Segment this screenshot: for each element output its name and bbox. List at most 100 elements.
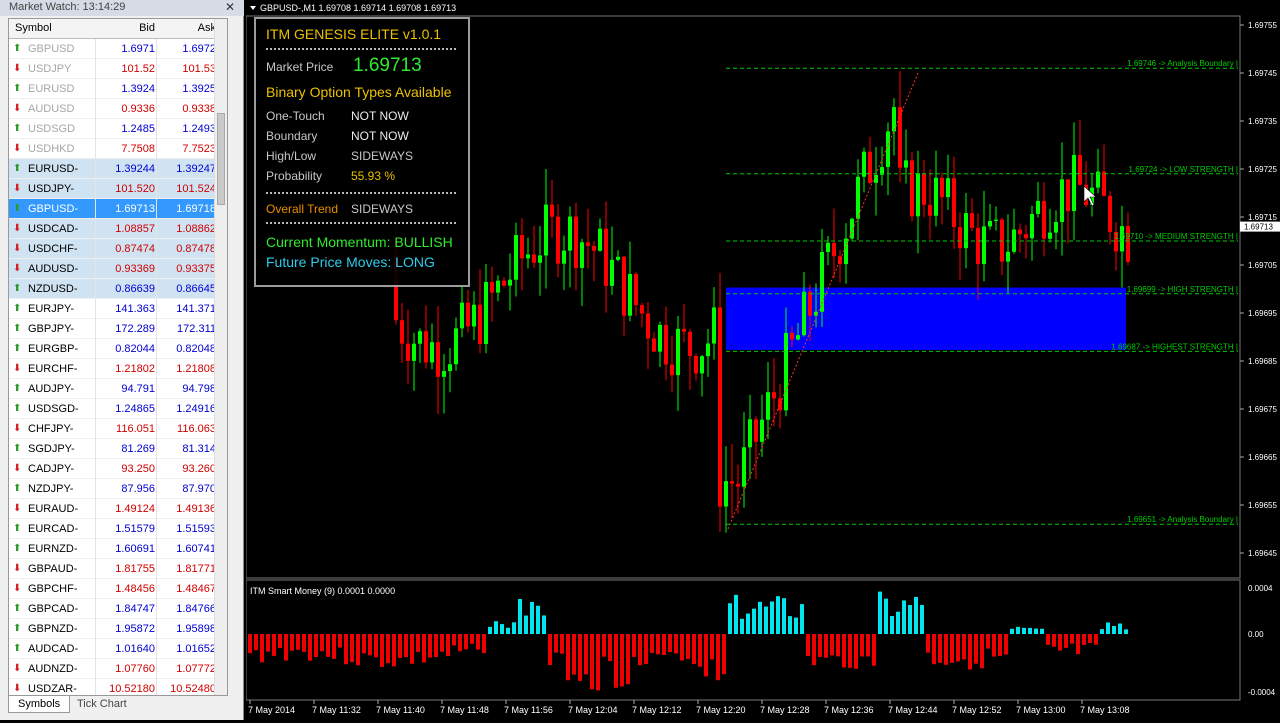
symbol-row[interactable]: ⬇ AUDUSD 0.9336 0.9338 [9, 99, 227, 119]
symbol-row[interactable]: ⬇ USDCAD- 1.08857 1.08862 [9, 219, 227, 239]
bid-price: 1.84747 [115, 603, 155, 615]
symbol-row[interactable]: ⬆ EURUSD 1.3924 1.3925 [9, 79, 227, 99]
symbol-row[interactable]: ⬆ GBPCAD- 1.84747 1.84766 [9, 599, 227, 619]
candle-body [484, 282, 488, 345]
candle-body [574, 216, 578, 268]
price-tick-label: 1.69695 [1248, 309, 1277, 318]
time-label: 7 May 13:08 [1080, 705, 1130, 715]
histogram-bar [866, 634, 870, 657]
tab-symbols[interactable]: Symbols [8, 696, 71, 713]
symbol-row[interactable]: ⬆ EURNZD- 1.60691 1.60741 [9, 539, 227, 559]
histogram-bar [926, 634, 930, 653]
candle-body [670, 364, 674, 376]
symbol-row[interactable]: ⬆ GBPUSD 1.6971 1.6972 [9, 39, 227, 59]
bid-price: 1.08857 [115, 223, 155, 235]
price-tick-label: 1.69735 [1248, 117, 1277, 126]
symbol-row[interactable]: ⬆ GBPUSD- 1.69713 1.69718 [9, 199, 227, 219]
symbol-row[interactable]: ⬇ CHFJPY- 116.051 116.063 [9, 419, 227, 439]
symbol-row[interactable]: ⬆ NZDUSD- 0.86639 0.86645 [9, 279, 227, 299]
histogram-bar [302, 634, 306, 652]
bid-price: 1.01640 [115, 643, 155, 655]
candle-body [748, 419, 752, 448]
candle-body [724, 481, 728, 507]
symbol-row[interactable]: ⬆ EURJPY- 141.363 141.371 [9, 299, 227, 319]
divider [95, 499, 96, 519]
symbol-row[interactable]: ⬆ GBPJPY- 172.289 172.311 [9, 319, 227, 339]
scrollbar-thumb[interactable] [217, 113, 225, 205]
bid-price: 0.93369 [115, 263, 155, 275]
column-header-bid[interactable]: Bid [97, 19, 155, 37]
candle-body [718, 307, 722, 507]
price-down-icon: ⬇ [13, 563, 22, 574]
histogram-bar [428, 634, 432, 658]
candle-body [784, 332, 788, 411]
candle-body [586, 242, 590, 246]
ask-price: 1.60741 [176, 543, 216, 555]
symbol-row[interactable]: ⬆ EURCAD- 1.51579 1.51593 [9, 519, 227, 539]
symbol-row[interactable]: ⬇ GBPAUD- 1.81755 1.81771 [9, 559, 227, 579]
price-down-icon: ⬇ [13, 663, 22, 674]
candle-body [892, 107, 896, 132]
symbol-name: USDJPY [28, 63, 72, 75]
histogram-bar [266, 634, 270, 652]
symbol-row[interactable]: ⬆ EURGBP- 0.82044 0.82048 [9, 339, 227, 359]
market-watch-table: Symbol Bid Ask ⬆ GBPUSD 1.6971 1.6972 ⬇ USDJP… [8, 18, 228, 696]
symbol-row[interactable]: ⬆ USDSGD- 1.24865 1.24916 [9, 399, 227, 419]
ask-price: 0.87478 [176, 243, 216, 255]
price-tick-label: 1.69715 [1248, 213, 1277, 222]
symbol-row[interactable]: ⬆ AUDCAD- 1.01640 1.01652 [9, 639, 227, 659]
symbol-row[interactable]: ⬇ EURAUD- 1.49124 1.49136 [9, 499, 227, 519]
price-down-icon: ⬇ [13, 243, 22, 254]
symbol-row[interactable]: ⬆ EURUSD- 1.39244 1.39247 [9, 159, 227, 179]
symbol-row[interactable]: ⬇ USDJPY- 101.520 101.524 [9, 179, 227, 199]
symbol-row[interactable]: ⬆ SGDJPY- 81.269 81.314 [9, 439, 227, 459]
symbol-row[interactable]: ⬇ AUDUSD- 0.93369 0.93375 [9, 259, 227, 279]
histogram-bar [626, 634, 630, 685]
bid-price: 1.24865 [115, 403, 155, 415]
histogram-bar [752, 608, 756, 634]
candle-body [676, 328, 680, 376]
candle-body [940, 177, 944, 198]
time-label: 7 May 12:12 [632, 705, 682, 715]
market-price-value: 1.69713 [353, 55, 422, 76]
candle-body [688, 331, 692, 356]
level-label: 1.69687 -> HIGHEST STRENGTH | [1111, 342, 1238, 351]
symbol-row[interactable]: ⬇ AUDNZD- 1.07760 1.07772 [9, 659, 227, 679]
candle-body [412, 343, 416, 361]
symbol-name: USDHKD [28, 143, 75, 155]
histogram-bar [314, 634, 318, 657]
histogram-bar [680, 634, 684, 661]
chart-title-icon [250, 6, 256, 10]
price-down-icon: ⬇ [13, 223, 22, 234]
close-icon[interactable]: ✕ [223, 0, 237, 14]
symbol-row[interactable]: ⬇ USDJPY 101.52 101.53 [9, 59, 227, 79]
symbol-row[interactable]: ⬆ GBPNZD- 1.95872 1.95898 [9, 619, 227, 639]
tab-tick-chart[interactable]: Tick Chart [68, 696, 136, 713]
divider [95, 199, 96, 219]
candle-body [1054, 222, 1058, 233]
scrollbar[interactable] [214, 19, 227, 695]
symbol-name: EURAUD- [28, 503, 79, 515]
symbol-row[interactable]: ⬇ USDCHF- 0.87474 0.87478 [9, 239, 227, 259]
histogram-bar [668, 634, 672, 653]
symbol-row[interactable]: ⬇ CADJPY- 93.250 93.260 [9, 459, 227, 479]
symbol-row[interactable]: ⬇ USDZAR- 10.52180 10.52480 [9, 679, 227, 695]
histogram-bar [386, 634, 390, 664]
symbol-row[interactable]: ⬇ EURCHF- 1.21802 1.21808 [9, 359, 227, 379]
column-header-symbol[interactable]: Symbol [15, 19, 52, 37]
candle-body [460, 302, 464, 329]
divider [95, 619, 96, 639]
symbol-row[interactable]: ⬆ AUDJPY- 94.791 94.798 [9, 379, 227, 399]
candle-body [448, 364, 452, 372]
candle-body [454, 328, 458, 365]
indicator-tick-label: 0.00 [1248, 630, 1264, 639]
histogram-bar [884, 598, 888, 634]
boundary-label: Boundary [266, 129, 318, 143]
candle-body [760, 419, 764, 442]
symbol-row[interactable]: ⬇ USDHKD 7.7508 7.7523 [9, 139, 227, 159]
column-header-ask[interactable]: Ask [157, 19, 216, 37]
symbol-row[interactable]: ⬇ GBPCHF- 1.48456 1.48467 [9, 579, 227, 599]
symbol-row[interactable]: ⬆ USDSGD 1.2485 1.2493 [9, 119, 227, 139]
symbol-row[interactable]: ⬆ NZDJPY- 87.956 87.970 [9, 479, 227, 499]
histogram-bar [956, 634, 960, 662]
